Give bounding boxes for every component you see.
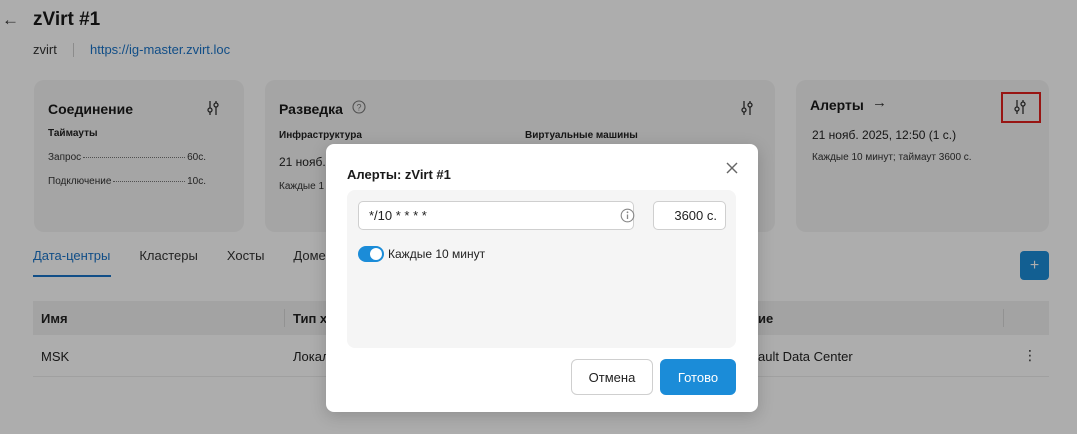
done-button[interactable]: Готово: [660, 359, 736, 395]
close-icon[interactable]: [724, 160, 740, 176]
alerts-modal: Алерты: zVirt #1 Каждые 10 минут Отмена …: [326, 144, 758, 412]
cancel-button[interactable]: Отмена: [571, 359, 653, 395]
toggle-label: Каждые 10 минут: [388, 247, 486, 261]
info-icon[interactable]: [620, 208, 635, 223]
cron-input[interactable]: [358, 201, 634, 230]
schedule-toggle[interactable]: [358, 246, 384, 262]
timeout-input[interactable]: [653, 201, 726, 230]
toggle-knob: [370, 248, 382, 260]
modal-panel: Каждые 10 минут: [347, 190, 736, 348]
modal-title: Алерты: zVirt #1: [347, 167, 451, 182]
